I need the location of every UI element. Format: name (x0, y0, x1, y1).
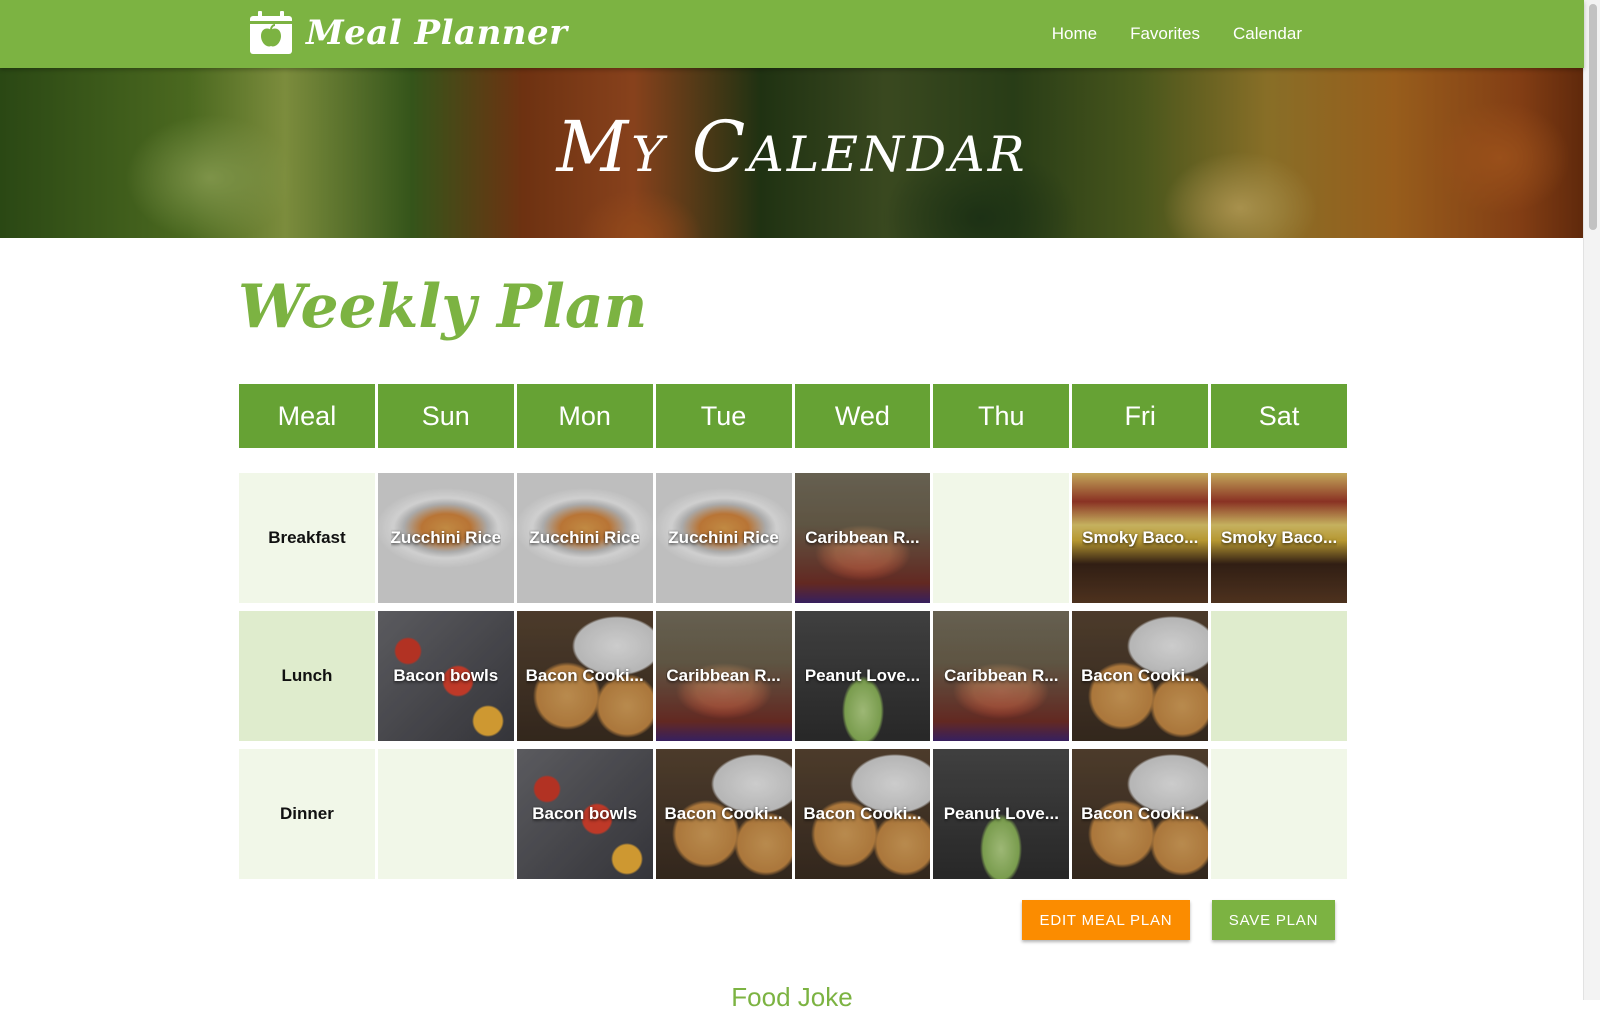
recipe-label: Caribbean R... (666, 666, 781, 685)
header-sat: Sat (1211, 384, 1347, 448)
meal-cell-breakfast-fri[interactable]: Smoky Baco... (1072, 473, 1209, 603)
meal-cell-dinner-wed[interactable]: Bacon Cooki... (794, 749, 931, 879)
hero-banner: My Calendar (0, 68, 1584, 238)
calendar-apple-icon (250, 11, 292, 54)
meal-cell-dinner-thu[interactable]: Peanut Love... (933, 749, 1070, 879)
header-mon: Mon (516, 384, 653, 448)
nav-link-favorites[interactable]: Favorites (1130, 24, 1200, 44)
hero-title: My Calendar (556, 106, 1028, 188)
weekly-plan-table: Meal Sun Mon Tue Wed Thu Fri Sat Breakfa… (239, 384, 1347, 879)
recipe-label: Bacon bowls (393, 666, 499, 685)
nav-link-calendar[interactable]: Calendar (1233, 24, 1302, 44)
nav-links: Home Favorites Calendar (1052, 0, 1302, 68)
header-wed: Wed (794, 384, 931, 448)
meal-cell-dinner-tue[interactable]: Bacon Cooki... (655, 749, 792, 879)
brand[interactable]: Meal Planner (248, 10, 568, 56)
navbar: Meal Planner Home Favorites Calendar (0, 0, 1584, 68)
meal-cell-dinner-sun[interactable] (377, 749, 514, 879)
meal-cell-breakfast-mon[interactable]: Zucchini Rice (516, 473, 653, 603)
recipe-label: Zucchini Rice (529, 528, 640, 547)
meal-cell-lunch-mon[interactable]: Bacon Cooki... (516, 611, 653, 741)
meal-cell-lunch-sun[interactable]: Bacon bowls (377, 611, 514, 741)
recipe-label: Bacon Cooki... (1081, 666, 1200, 685)
brand-title: Meal Planner (306, 13, 568, 53)
meal-cell-breakfast-wed[interactable]: Caribbean R... (794, 473, 931, 603)
header-tue: Tue (655, 384, 792, 448)
header-meal: Meal (239, 384, 375, 448)
meal-cell-lunch-sat[interactable] (1211, 611, 1347, 741)
header-thu: Thu (933, 384, 1070, 448)
meal-cell-breakfast-thu[interactable] (933, 473, 1070, 603)
meal-label-lunch: Lunch (239, 611, 375, 741)
nav-link-home[interactable]: Home (1052, 24, 1097, 44)
recipe-label: Peanut Love... (943, 804, 1059, 823)
meal-cell-lunch-tue[interactable]: Caribbean R... (655, 611, 792, 741)
recipe-label: Bacon bowls (532, 804, 638, 823)
table-row-dinner: Dinner Bacon bowls Bacon Cooki... Bacon … (239, 749, 1347, 879)
meal-cell-dinner-fri[interactable]: Bacon Cooki... (1072, 749, 1209, 879)
recipe-label: Bacon Cooki... (1081, 804, 1200, 823)
save-plan-button[interactable]: SAVE PLAN (1212, 900, 1335, 940)
recipe-label: Peanut Love... (804, 666, 921, 685)
recipe-label: Bacon Cooki... (525, 666, 644, 685)
header-fri: Fri (1072, 384, 1209, 448)
meal-label-breakfast: Breakfast (239, 473, 375, 603)
recipe-label: Bacon Cooki... (803, 804, 922, 823)
recipe-label: Smoky Baco... (1082, 528, 1199, 547)
meal-cell-lunch-thu[interactable]: Caribbean R... (933, 611, 1070, 741)
recipe-label: Caribbean R... (805, 528, 920, 547)
header-sun: Sun (377, 384, 514, 448)
food-jokes-heading: Food Joke (731, 982, 853, 1012)
meal-cell-dinner-mon[interactable]: Bacon bowls (516, 749, 653, 879)
meal-cell-dinner-sat[interactable] (1211, 749, 1347, 879)
meal-cell-lunch-wed[interactable]: Peanut Love... (794, 611, 931, 741)
meal-cell-breakfast-tue[interactable]: Zucchini Rice (655, 473, 792, 603)
recipe-label: Zucchini Rice (668, 528, 779, 547)
recipe-label: Smoky Baco... (1220, 528, 1338, 547)
meal-cell-lunch-fri[interactable]: Bacon Cooki... (1072, 611, 1209, 741)
recipe-label: Zucchini Rice (390, 528, 502, 547)
recipe-label: Bacon Cooki... (664, 804, 783, 823)
table-row-breakfast: Breakfast Zucchini Rice Zucchini Rice Zu… (239, 473, 1347, 603)
scrollbar-thumb[interactable] (1589, 4, 1597, 230)
edit-meal-plan-button[interactable]: EDIT MEAL PLAN (1022, 900, 1190, 940)
meal-label-dinner: Dinner (239, 749, 375, 879)
table-row-lunch: Lunch Bacon bowls Bacon Cooki... Caribbe… (239, 611, 1347, 741)
table-header-row: Meal Sun Mon Tue Wed Thu Fri Sat (239, 384, 1347, 448)
meal-cell-breakfast-sat[interactable]: Smoky Baco... (1211, 473, 1347, 603)
page-scrollbar[interactable] (1583, 0, 1600, 1000)
meal-cell-breakfast-sun[interactable]: Zucchini Rice (377, 473, 514, 603)
section-title: Weekly Plan (238, 272, 648, 342)
recipe-label: Caribbean R... (944, 666, 1059, 685)
